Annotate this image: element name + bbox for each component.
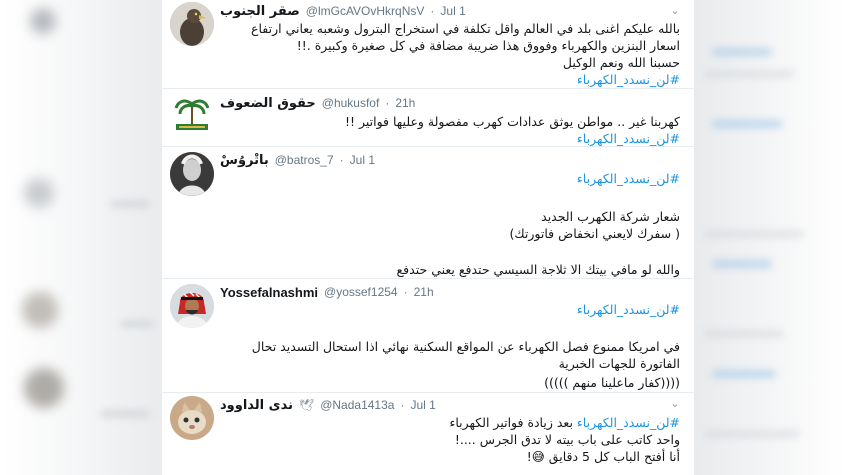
tweet[interactable]: ندى الداوود 🕊 @Nada1413a · Jul 1 ⌄ #لن_ن… xyxy=(162,394,694,475)
tweet[interactable]: باتْروُسْ @batros_7 · Jul 1 #لن_نسدد_الك… xyxy=(162,148,694,277)
timestamp[interactable]: 21h xyxy=(414,285,434,299)
tweet-divider xyxy=(162,278,694,279)
tweet-feed: صقر الجنوب @lmGcAVOvHkrqNsV · Jul 1 ⌄ با… xyxy=(162,0,694,475)
user-handle[interactable]: @batros_7 xyxy=(275,153,334,167)
tweet-text-line: كهربنا غير .. مواطن يوثق عدادات كهرب مفص… xyxy=(344,114,680,129)
tweet-text-fragment: بعد زيادة فواتير الكهرباء xyxy=(449,415,573,430)
user-handle[interactable]: @Nada1413a xyxy=(320,398,394,412)
chevron-down-icon[interactable]: ⌄ xyxy=(668,397,682,411)
tweet-header: باتْروُسْ @batros_7 · Jul 1 xyxy=(220,151,682,169)
separator-dot: · xyxy=(385,96,390,110)
timestamp[interactable]: Jul 1 xyxy=(440,4,465,18)
tweet-text-line: والله لو مافي بيتك الا ثلاجة السيسي حتدف… xyxy=(396,262,680,277)
hashtag-link[interactable]: #لن_نسدد_الكهرباء xyxy=(210,71,680,88)
dove-icon: 🕊 xyxy=(298,398,315,412)
blurred-right-background xyxy=(694,0,845,475)
separator-dot: · xyxy=(430,4,435,18)
tweet-header: ندى الداوود 🕊 @Nada1413a · Jul 1 xyxy=(220,396,682,414)
tweet-text-line: ((((كفار ماعلينا منهم ))))) xyxy=(544,375,680,390)
avatar[interactable] xyxy=(170,94,214,138)
hashtag-link[interactable]: #لن_نسدد_الكهرباء xyxy=(577,415,680,430)
tweet[interactable]: صقر الجنوب @lmGcAVOvHkrqNsV · Jul 1 ⌄ با… xyxy=(162,0,694,92)
display-name[interactable]: ندى الداوود xyxy=(220,398,293,413)
hashtag-link[interactable]: #لن_نسدد_الكهرباء xyxy=(210,301,680,318)
tweet[interactable]: Yossefalnashmi @yossef1254 · 21h ⌄ #لن_ن… xyxy=(162,280,694,392)
separator-dot: · xyxy=(339,153,344,167)
tweet-text-line: أنا أفتح الباب كل 5 دقايق 😅! xyxy=(526,449,680,464)
separator-dot: · xyxy=(400,398,405,412)
timestamp[interactable]: 21h xyxy=(395,96,415,110)
tweet-header: صقر الجنوب @lmGcAVOvHkrqNsV · Jul 1 xyxy=(220,2,682,20)
avatar[interactable] xyxy=(170,2,214,46)
tweet-text-line: ( سفرك لايعني انخفاض فاتورتك) xyxy=(509,226,680,241)
timestamp[interactable]: Jul 1 xyxy=(410,398,435,412)
tweet-divider xyxy=(162,88,694,89)
separator-dot: · xyxy=(403,285,408,299)
timestamp[interactable]: Jul 1 xyxy=(350,153,375,167)
tweet-text-line: #لن_نسدد_الكهرباء بعد زيادة فواتير الكهر… xyxy=(210,414,680,431)
tweet-text-line: بالله عليكم اغنى بلد في العالم واقل تكلف… xyxy=(251,21,680,36)
tweet-text-line: شعار شركة الكهرب الجديد xyxy=(541,209,680,224)
tweet-divider xyxy=(162,392,694,393)
tweet-header: حقوق الضعوف @hukusfof · 21h xyxy=(220,94,682,112)
avatar[interactable] xyxy=(170,396,214,440)
user-handle[interactable]: @yossef1254 xyxy=(324,285,398,299)
hashtag-link[interactable]: #لن_نسدد_الكهرباء xyxy=(210,170,680,187)
tweet-text-line: واحد كاتب على باب بيته لا تدق الجرس ....… xyxy=(454,432,680,447)
tweet-text-line: الفاتورة للجهات الخبرية xyxy=(558,356,680,371)
display-name[interactable]: باتْروُسْ xyxy=(220,153,269,168)
user-handle[interactable]: @hukusfof xyxy=(322,96,380,110)
avatar[interactable] xyxy=(170,152,214,196)
display-name[interactable]: حقوق الضعوف xyxy=(220,96,316,111)
blurred-left-background xyxy=(0,0,162,475)
tweet-divider xyxy=(162,146,694,147)
avatar[interactable] xyxy=(170,284,214,328)
hashtag-link[interactable]: #لن_نسدد_الكهرباء xyxy=(210,130,680,147)
tweet-text-line: في امريكا ممنوع فصل الكهرباء عن المواقع … xyxy=(251,339,680,354)
tweet-text-line: اسعار البنزين والكهرباء وفووق هذا ضريبة … xyxy=(296,38,680,53)
chevron-down-icon[interactable]: ⌄ xyxy=(668,4,682,18)
tweet-header: Yossefalnashmi @yossef1254 · 21h xyxy=(220,283,682,301)
tweet-text-line: حسبنا الله ونعم الوكيل xyxy=(562,55,680,70)
user-handle[interactable]: @lmGcAVOvHkrqNsV xyxy=(306,4,425,18)
display-name[interactable]: Yossefalnashmi xyxy=(220,285,318,300)
tweet[interactable]: حقوق الضعوف @hukusfof · 21h كهربنا غير .… xyxy=(162,90,694,146)
display-name[interactable]: صقر الجنوب xyxy=(220,4,300,19)
